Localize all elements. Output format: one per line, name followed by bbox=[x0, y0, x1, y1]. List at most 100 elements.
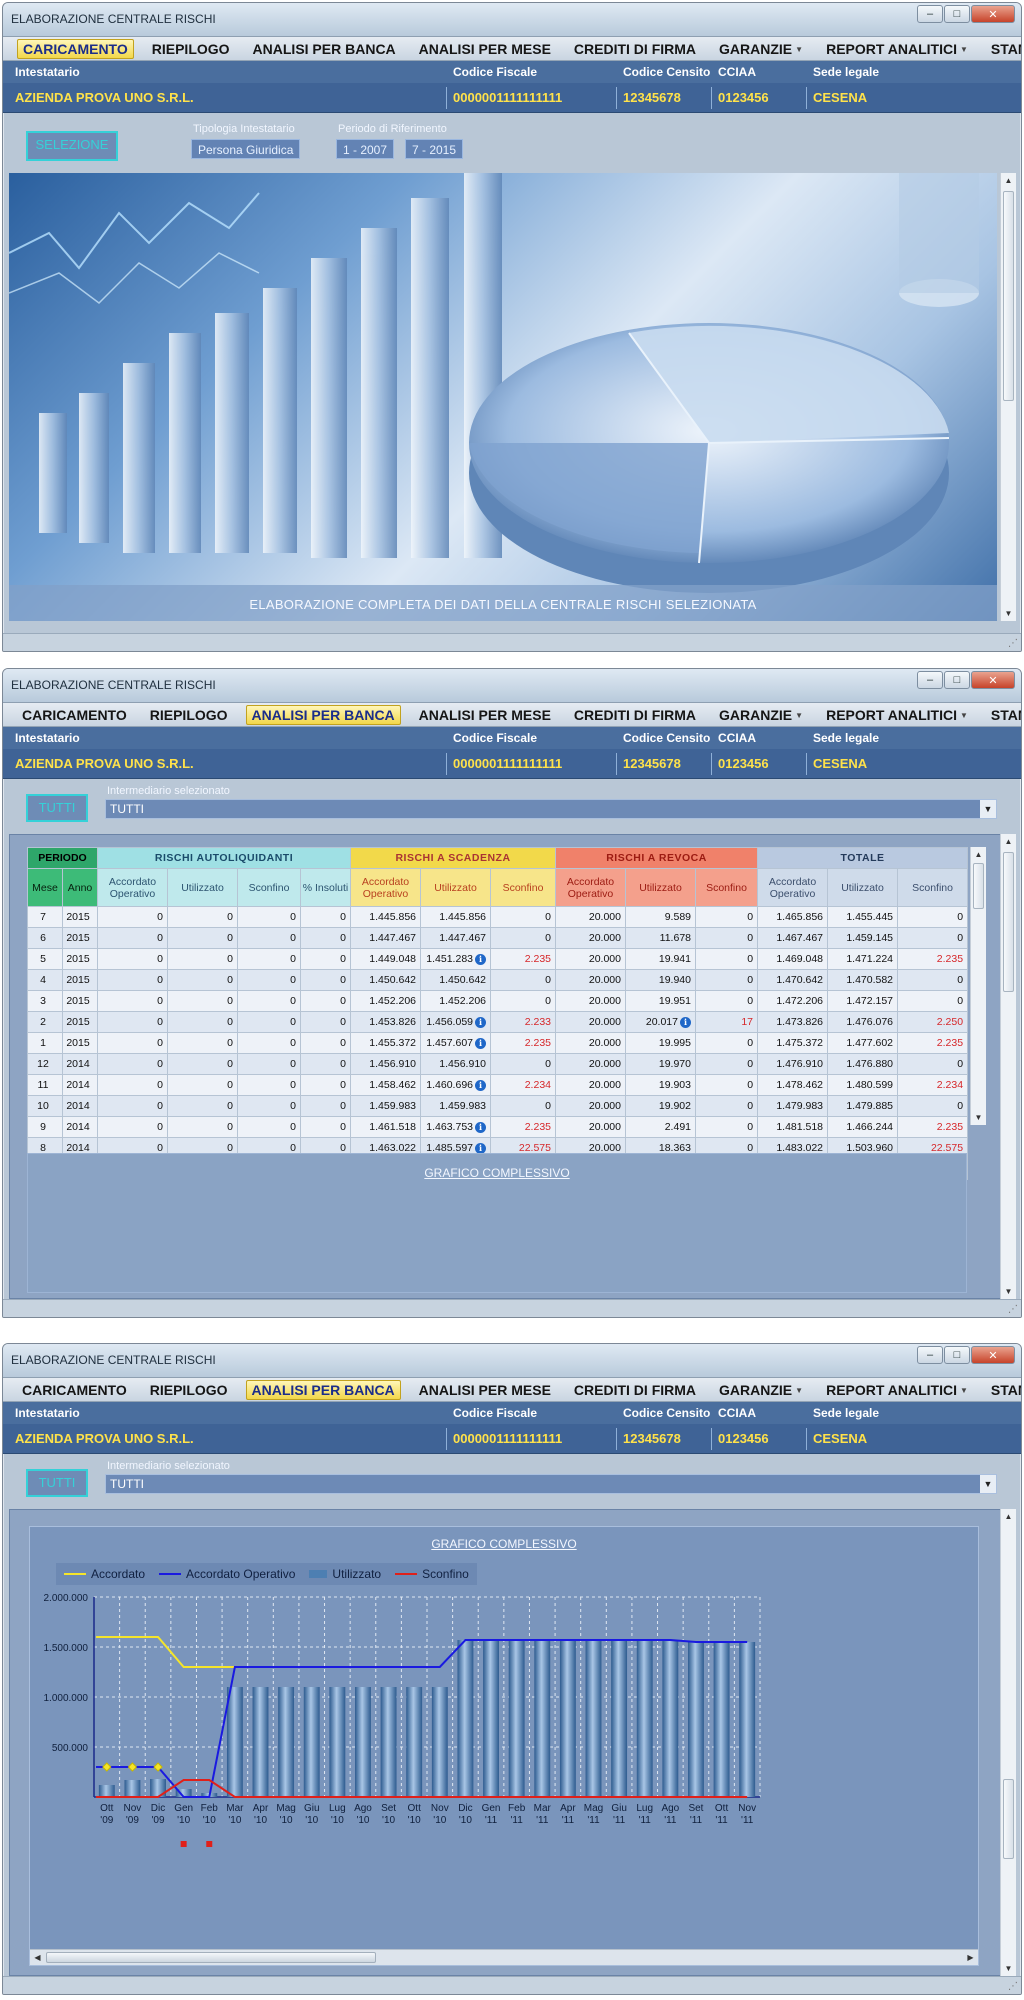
menu-crediti-firma[interactable]: CREDITI DI FIRMA bbox=[569, 1381, 701, 1399]
minimize-button[interactable]: – bbox=[917, 1346, 943, 1364]
resize-grip-icon[interactable]: ⋰ bbox=[1008, 1304, 1018, 1315]
menu-stampa[interactable]: STAMPA bbox=[986, 1381, 1021, 1399]
menu-garanzie[interactable]: GARANZIE ▼ bbox=[714, 1381, 808, 1399]
bar-utilizzato[interactable] bbox=[380, 1687, 397, 1797]
menu-analisi-banca[interactable]: ANALISI PER BANCA bbox=[248, 40, 401, 58]
bar-utilizzato[interactable] bbox=[98, 1785, 115, 1797]
menu-caricamento[interactable]: CARICAMENTO bbox=[17, 38, 134, 59]
close-button[interactable]: ✕ bbox=[971, 671, 1015, 689]
bar-utilizzato[interactable] bbox=[483, 1640, 499, 1797]
menu-analisi-banca[interactable]: ANALISI PER BANCA bbox=[245, 704, 401, 725]
menu-report[interactable]: REPORT ANALITICI ▼ bbox=[821, 706, 973, 724]
table-row[interactable]: 6 2015 0 0 0 0 1.447.467 1.447.467 0 20.000 11.678… bbox=[27, 927, 969, 949]
scroll-thumb[interactable] bbox=[973, 863, 984, 909]
close-button[interactable]: ✕ bbox=[971, 1346, 1015, 1364]
line-accordato[interactable] bbox=[96, 1636, 235, 1668]
table-row[interactable]: 11 2014 0 0 0 0 1.458.462 1.460.696 i 2.234 20.000… bbox=[27, 1074, 969, 1096]
col-auto-acc-op[interactable]: Accordato Operativo bbox=[97, 868, 168, 907]
maximize-button[interactable]: □ bbox=[944, 1346, 970, 1364]
chart-hscrollbar[interactable]: ◀ ▶ bbox=[30, 1949, 978, 1965]
menu-caricamento[interactable]: CARICAMENTO bbox=[17, 1381, 132, 1399]
menu-caricamento[interactable]: CARICAMENTO bbox=[17, 706, 132, 724]
bar-utilizzato[interactable] bbox=[585, 1640, 602, 1797]
scroll-left-icon[interactable]: ◀ bbox=[30, 1950, 45, 1965]
tutti-button[interactable]: TUTTI bbox=[26, 794, 88, 822]
col-tot-sconfino[interactable]: Sconfino bbox=[897, 868, 969, 907]
bar-utilizzato[interactable] bbox=[329, 1687, 346, 1797]
bar-utilizzato[interactable] bbox=[559, 1640, 576, 1797]
scroll-down-icon[interactable]: ▼ bbox=[1001, 1961, 1016, 1976]
bar-utilizzato[interactable] bbox=[124, 1780, 141, 1797]
table-row[interactable]: 1 2015 0 0 0 0 1.455.372 1.457.607 i 2.235 20.000 1… bbox=[27, 1032, 969, 1054]
table-row[interactable]: 9 2014 0 0 0 0 1.461.518 1.463.753 i 2.235 20.000 2… bbox=[27, 1116, 969, 1138]
table-row[interactable]: 3 2015 0 0 0 0 1.452.206 1.452.206 0 20.000 19.951… bbox=[27, 990, 969, 1012]
menu-riepilogo[interactable]: RIEPILOGO bbox=[145, 1381, 233, 1399]
col-auto-sconfino[interactable]: Sconfino bbox=[237, 868, 301, 907]
maximize-button[interactable]: □ bbox=[944, 5, 970, 23]
scroll-thumb[interactable] bbox=[46, 1952, 376, 1963]
info-icon[interactable]: i bbox=[475, 1037, 486, 1049]
table-row[interactable]: 10 2014 0 0 0 0 1.459.983 1.459.983 0 20.000 19.90… bbox=[27, 1095, 969, 1117]
bar-utilizzato[interactable] bbox=[713, 1642, 730, 1797]
scroll-thumb[interactable] bbox=[1003, 191, 1014, 401]
menu-stampa[interactable]: STAMPA bbox=[986, 40, 1021, 58]
bar-utilizzato[interactable] bbox=[355, 1687, 371, 1797]
col-rev-sconfino[interactable]: Sconfino bbox=[694, 868, 759, 907]
menu-analisi-banca[interactable]: ANALISI PER BANCA bbox=[245, 1379, 401, 1400]
bar-utilizzato[interactable] bbox=[739, 1642, 756, 1797]
col-rev-utilizzato[interactable]: Utilizzato bbox=[625, 868, 696, 907]
info-icon[interactable]: i bbox=[475, 953, 486, 965]
bar-utilizzato[interactable] bbox=[688, 1642, 704, 1797]
menu-report[interactable]: REPORT ANALITICI ▼ bbox=[821, 1381, 973, 1399]
col-sca-utilizzato[interactable]: Utilizzato bbox=[420, 868, 491, 907]
title-bar[interactable]: ELABORAZIONE CENTRALE RISCHI – □ ✕ bbox=[3, 3, 1021, 37]
resize-grip-icon[interactable]: ⋰ bbox=[1008, 638, 1018, 649]
minimize-button[interactable]: – bbox=[917, 5, 943, 23]
scroll-up-icon[interactable]: ▲ bbox=[1001, 173, 1016, 188]
col-auto-utilizzato[interactable]: Utilizzato bbox=[167, 868, 238, 907]
col-tot-acc-op[interactable]: Accordato Operativo bbox=[757, 868, 829, 907]
tutti-button[interactable]: TUTTI bbox=[26, 1469, 88, 1497]
bar-utilizzato[interactable] bbox=[303, 1687, 320, 1797]
menu-analisi-mese[interactable]: ANALISI PER MESE bbox=[414, 40, 556, 58]
col-sca-acc-op[interactable]: Accordato Operativo bbox=[350, 868, 421, 907]
bar-utilizzato[interactable] bbox=[431, 1687, 448, 1797]
resize-grip-icon[interactable]: ⋰ bbox=[1008, 1981, 1018, 1992]
col-rev-acc-op[interactable]: Accordato Operativo bbox=[555, 868, 626, 907]
bar-utilizzato[interactable] bbox=[611, 1640, 628, 1797]
info-icon[interactable]: i bbox=[475, 1016, 486, 1028]
menu-garanzie[interactable]: GARANZIE ▼ bbox=[714, 40, 808, 58]
chevron-down-icon[interactable]: ▼ bbox=[980, 1475, 996, 1493]
bar-utilizzato[interactable] bbox=[226, 1687, 243, 1797]
menu-report[interactable]: REPORT ANALITICI ▼ bbox=[821, 40, 973, 58]
scroll-right-icon[interactable]: ▶ bbox=[963, 1950, 978, 1965]
vertical-scrollbar[interactable]: ▲ ▼ bbox=[1000, 834, 1016, 1299]
table-row[interactable]: 7 2015 0 0 0 0 1.445.856 1.445.856 0 20.000 9.589 0… bbox=[27, 906, 969, 928]
grafico-title[interactable]: GRAFICO COMPLESSIVO bbox=[30, 1537, 978, 1551]
title-bar[interactable]: ELABORAZIONE CENTRALE RISCHI – □ ✕ bbox=[3, 669, 1021, 703]
table-row[interactable]: 4 2015 0 0 0 0 1.450.642 1.450.642 0 20.000 19.940… bbox=[27, 969, 969, 991]
bar-utilizzato[interactable] bbox=[636, 1640, 653, 1797]
info-icon[interactable]: i bbox=[475, 1121, 486, 1133]
vertical-scrollbar[interactable]: ▲ ▼ bbox=[1000, 173, 1016, 621]
col-auto-insoluti[interactable]: % Insoluti bbox=[300, 868, 351, 907]
menu-riepilogo[interactable]: RIEPILOGO bbox=[147, 40, 235, 58]
scroll-down-icon[interactable]: ▼ bbox=[1001, 1284, 1016, 1299]
col-anno[interactable]: Anno bbox=[62, 868, 98, 907]
intermediario-select[interactable]: TUTTI ▼ bbox=[105, 799, 997, 819]
bar-utilizzato[interactable] bbox=[278, 1687, 295, 1797]
scroll-up-icon[interactable]: ▲ bbox=[1001, 1509, 1016, 1524]
maximize-button[interactable]: □ bbox=[944, 671, 970, 689]
vertical-scrollbar[interactable]: ▲ ▼ bbox=[1000, 1509, 1016, 1976]
selezione-button[interactable]: SELEZIONE bbox=[26, 131, 118, 161]
menu-analisi-mese[interactable]: ANALISI PER MESE bbox=[414, 706, 556, 724]
table-row[interactable]: 5 2015 0 0 0 0 1.449.048 1.451.283 i 2.235 20.000 1… bbox=[27, 948, 969, 970]
menu-crediti-firma[interactable]: CREDITI DI FIRMA bbox=[569, 706, 701, 724]
title-bar[interactable]: ELABORAZIONE CENTRALE RISCHI – □ ✕ bbox=[3, 1344, 1021, 1378]
bar-utilizzato[interactable] bbox=[662, 1640, 679, 1797]
table-row[interactable]: 2 2015 0 0 0 0 1.453.826 1.456.059 i 2.233 20.000 2… bbox=[27, 1011, 969, 1033]
bar-utilizzato[interactable] bbox=[457, 1640, 474, 1797]
col-tot-utilizzato[interactable]: Utilizzato bbox=[827, 868, 899, 907]
col-sca-sconfino[interactable]: Sconfino bbox=[490, 868, 556, 907]
menu-riepilogo[interactable]: RIEPILOGO bbox=[145, 706, 233, 724]
